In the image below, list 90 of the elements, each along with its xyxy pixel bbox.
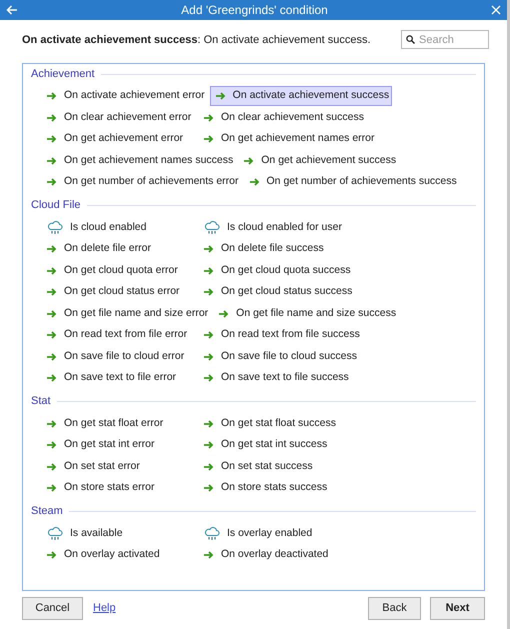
arrow-icon <box>47 156 57 164</box>
arrow-icon <box>204 135 214 143</box>
list-item[interactable]: On get achievement error <box>41 129 196 149</box>
search-icon <box>406 35 415 44</box>
arrow-icon <box>204 352 214 360</box>
arrow-icon <box>47 245 57 253</box>
list-item[interactable]: On delete file error <box>41 239 196 259</box>
arrow-icon <box>47 551 57 559</box>
arrow-icon <box>204 484 214 492</box>
back-button[interactable]: Back <box>368 597 421 620</box>
list-item[interactable]: Is overlay enabled <box>198 524 353 544</box>
list-item[interactable]: On get file name and size success <box>213 304 400 324</box>
arrow-icon <box>204 551 214 559</box>
arrow-icon <box>47 462 57 470</box>
list-item[interactable]: On get cloud status success <box>198 282 356 302</box>
arrow-icon <box>250 178 260 186</box>
list-item[interactable]: Is cloud enabled <box>41 218 196 238</box>
section-heading: Cloud File <box>31 198 81 214</box>
list-item[interactable]: On get stat int error <box>41 435 196 455</box>
list-item[interactable]: On get achievement success <box>238 150 400 170</box>
help-link[interactable]: Help <box>93 600 116 617</box>
arrow-icon <box>219 310 230 318</box>
arrow-icon <box>204 245 214 253</box>
list-item[interactable]: On get achievement names success <box>41 150 236 170</box>
next-button[interactable]: Next <box>430 597 485 620</box>
list-item[interactable]: Is available <box>41 524 196 544</box>
description-text: On activate achievement success: On activate achievement success. <box>22 33 371 48</box>
arrow-icon <box>204 420 214 428</box>
list-item[interactable]: On save text to file error <box>41 368 196 388</box>
list-item[interactable]: Is cloud enabled for user <box>198 218 353 238</box>
arrow-icon <box>204 441 214 449</box>
close-icon[interactable] <box>491 5 501 15</box>
list-item[interactable]: On clear achievement success <box>198 108 367 128</box>
arrow-icon <box>204 462 214 470</box>
window-title: Add 'Greengrinds' condition <box>180 2 329 19</box>
arrow-icon <box>47 310 57 318</box>
cloud-rain-icon <box>204 220 220 235</box>
list-item[interactable]: On set stat success <box>198 456 353 476</box>
arrow-icon <box>47 288 57 296</box>
list-item[interactable]: On store stats error <box>41 478 196 498</box>
cloud-rain-icon <box>47 220 63 235</box>
list-item[interactable]: On save file to cloud success <box>198 346 360 366</box>
arrow-icon <box>47 374 57 382</box>
list-item[interactable]: On get cloud quota error <box>41 260 196 280</box>
cloud-rain-icon <box>204 526 220 541</box>
list-item[interactable]: On read text from file error <box>41 325 196 345</box>
list-item[interactable]: On set stat error <box>41 456 196 476</box>
arrow-icon <box>47 114 57 122</box>
list-item[interactable]: On delete file success <box>198 239 353 259</box>
arrow-icon <box>244 156 254 164</box>
list-item[interactable]: On get cloud quota success <box>198 260 354 280</box>
arrow-icon <box>47 92 57 100</box>
list-item[interactable]: On get stat float success <box>198 414 353 434</box>
list-item[interactable]: On store stats success <box>198 478 353 498</box>
list-item[interactable]: On get stat int success <box>198 435 353 455</box>
arrow-icon <box>216 92 226 100</box>
list-item[interactable]: On activate achievement error <box>41 86 208 106</box>
list-item[interactable]: On get achievement names error <box>198 129 378 149</box>
arrow-icon <box>47 135 57 143</box>
search-field[interactable]: Search <box>401 30 489 49</box>
list-item[interactable]: On get cloud status error <box>41 282 196 302</box>
arrow-icon <box>204 266 214 274</box>
section-heading: Achievement <box>31 66 95 82</box>
arrow-icon <box>204 331 214 339</box>
arrow-icon <box>47 352 57 360</box>
list-item[interactable]: On save file to cloud error <box>41 346 196 366</box>
section-heading: Stat <box>31 394 51 410</box>
cancel-button[interactable]: Cancel <box>22 597 83 620</box>
list-item[interactable]: On get stat float error <box>41 414 196 434</box>
arrow-icon <box>204 288 214 296</box>
arrow-icon <box>204 114 214 122</box>
arrow-icon <box>47 266 57 274</box>
arrow-icon <box>204 374 214 382</box>
section-heading: Steam <box>31 504 63 520</box>
list-item[interactable]: On clear achievement error <box>41 108 196 128</box>
arrow-icon <box>47 484 57 492</box>
list-item[interactable]: On read text from file success <box>198 325 363 345</box>
list-item[interactable]: On save text to file success <box>198 368 353 388</box>
list-item[interactable]: On get number of achievements success <box>244 172 460 192</box>
list-item[interactable]: On overlay activated <box>41 545 196 565</box>
list-item[interactable]: On overlay deactivated <box>198 545 353 565</box>
arrow-icon <box>47 331 57 339</box>
list-item[interactable]: On activate achievement success <box>210 86 392 106</box>
cloud-rain-icon <box>47 526 63 541</box>
arrow-icon <box>47 441 57 449</box>
list-item[interactable]: On get file name and size error <box>41 304 212 324</box>
back-icon[interactable] <box>6 5 18 15</box>
arrow-icon <box>47 178 57 186</box>
list-item[interactable]: On get number of achievements error <box>41 172 242 192</box>
arrow-icon <box>47 420 57 428</box>
